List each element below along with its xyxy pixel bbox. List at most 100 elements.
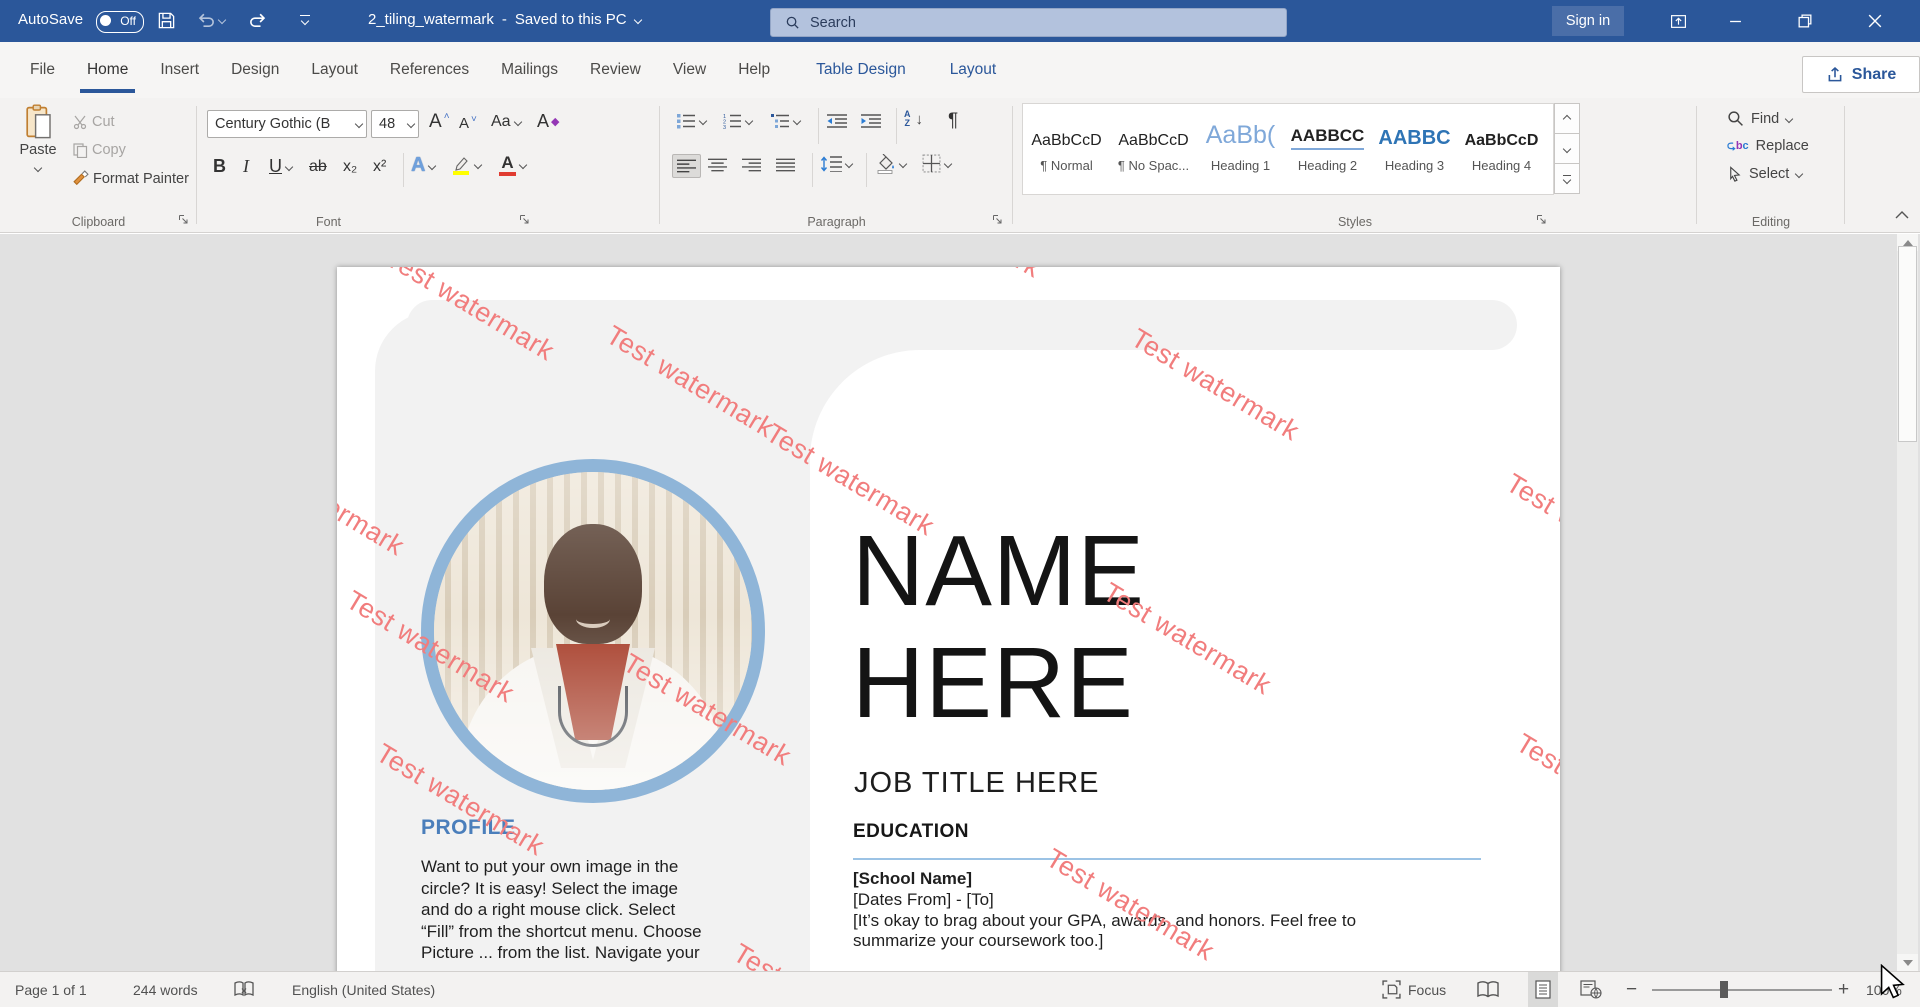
close-button[interactable] (1852, 0, 1898, 42)
education-school[interactable]: [School Name] (853, 869, 972, 889)
font-size-dropdown-icon[interactable] (407, 120, 415, 128)
zoom-slider-track[interactable] (1652, 989, 1832, 991)
superscript-button[interactable]: x² (373, 158, 386, 176)
align-right-button[interactable] (742, 158, 761, 172)
redo-button[interactable] (248, 10, 268, 30)
style-heading-4[interactable]: AaBbCcD Heading 4 (1458, 104, 1545, 194)
profile-photo[interactable] (421, 459, 765, 803)
minimize-button[interactable] (1712, 0, 1758, 42)
print-layout-button[interactable] (1528, 972, 1558, 1007)
style-normal[interactable]: AaBbCcD ¶ Normal (1023, 104, 1110, 194)
share-button[interactable]: Share (1802, 56, 1920, 93)
font-color-dropdown-icon[interactable] (519, 161, 527, 169)
bullets-dropdown-icon[interactable] (699, 117, 707, 125)
ribbon-display-options-icon[interactable] (1655, 0, 1701, 42)
tab-help[interactable]: Help (722, 42, 786, 98)
tab-layout-contextual[interactable]: Layout (934, 42, 1013, 98)
collapse-ribbon-icon[interactable] (1890, 204, 1914, 226)
line-spacing-dropdown-icon[interactable] (845, 160, 853, 168)
highlight-button[interactable] (451, 154, 481, 176)
tab-design[interactable]: Design (215, 42, 295, 98)
shrink-font-button[interactable]: A˅ (459, 115, 477, 132)
borders-dropdown-icon[interactable] (944, 159, 952, 167)
select-dropdown-icon[interactable] (1795, 170, 1803, 178)
vertical-scrollbar[interactable] (1897, 234, 1918, 971)
styles-more-button[interactable] (1554, 163, 1580, 194)
document-title[interactable]: 2_tiling_watermark - Saved to this PC (368, 11, 641, 28)
customize-quick-access-icon[interactable] (300, 15, 310, 24)
align-left-button[interactable] (672, 154, 701, 178)
title-dropdown-icon[interactable] (633, 15, 641, 23)
increase-indent-button[interactable] (860, 113, 882, 129)
zoom-in-button[interactable]: + (1838, 972, 1849, 1007)
font-name-dropdown-icon[interactable] (355, 120, 363, 128)
save-icon[interactable] (157, 11, 176, 30)
document-canvas[interactable]: NAME HERE JOB TITLE HERE PROFILE Want to… (0, 234, 1920, 971)
autosave-toggle[interactable]: Off (96, 11, 144, 33)
cut-button[interactable]: Cut (72, 114, 115, 130)
paragraph-dialog-launcher-icon[interactable] (992, 214, 1003, 225)
read-mode-button[interactable] (1476, 972, 1500, 1007)
format-painter-button[interactable]: Format Painter (72, 170, 189, 187)
tab-references[interactable]: References (374, 42, 485, 98)
tab-home[interactable]: Home (71, 42, 144, 98)
focus-mode-button[interactable]: Focus (1382, 972, 1446, 1007)
tab-table-design[interactable]: Table Design (800, 42, 922, 98)
shading-dropdown-icon[interactable] (899, 160, 907, 168)
sort-button[interactable]: AZ ↓ (904, 110, 923, 128)
job-title[interactable]: JOB TITLE HERE (854, 767, 1100, 800)
education-heading[interactable]: EDUCATION (853, 821, 969, 843)
styles-dialog-launcher-icon[interactable] (1536, 214, 1547, 225)
align-center-button[interactable] (708, 158, 727, 172)
scrollbar-thumb[interactable] (1898, 246, 1917, 442)
multilevel-list-button[interactable] (770, 113, 800, 129)
word-count[interactable]: 244 words (133, 972, 198, 1007)
decrease-indent-button[interactable] (826, 113, 848, 129)
profile-body[interactable]: Want to put your own image in the circle… (421, 856, 766, 964)
numbering-dropdown-icon[interactable] (745, 117, 753, 125)
highlight-dropdown-icon[interactable] (474, 161, 482, 169)
bullets-button[interactable] (676, 113, 706, 129)
restore-button[interactable] (1782, 0, 1828, 42)
undo-dropdown-icon[interactable] (218, 16, 226, 24)
font-dialog-launcher-icon[interactable] (519, 214, 530, 225)
language-indicator[interactable]: English (United States) (292, 972, 435, 1007)
web-layout-button[interactable] (1580, 972, 1602, 1007)
styles-scroll-down-button[interactable] (1554, 133, 1580, 164)
style-no-spacing[interactable]: AaBbCcD ¶ No Spac... (1110, 104, 1197, 194)
clear-formatting-button[interactable]: A◆ (537, 111, 559, 132)
replace-button[interactable]: ⮎bc Replace (1727, 138, 1809, 154)
undo-button[interactable] (196, 10, 225, 30)
line-spacing-button[interactable] (820, 156, 852, 172)
bold-button[interactable]: B (213, 156, 226, 177)
font-name-combobox[interactable]: Century Gothic (B (207, 110, 367, 138)
tab-file[interactable]: File (14, 42, 71, 98)
change-case-button[interactable]: Aa (491, 113, 521, 131)
justify-button[interactable] (776, 158, 795, 172)
zoom-slider-thumb[interactable] (1720, 981, 1728, 998)
numbering-button[interactable]: 123 (722, 113, 752, 129)
borders-button[interactable] (922, 154, 951, 173)
search-box[interactable]: Search (770, 8, 1287, 37)
tab-review[interactable]: Review (574, 42, 657, 98)
style-heading-2[interactable]: AABBCC Heading 2 (1284, 104, 1371, 194)
select-button[interactable]: Select (1727, 166, 1802, 182)
education-detail-line2[interactable]: summarize your coursework too.] (853, 931, 1103, 951)
paste-button[interactable]: Paste (12, 104, 64, 176)
education-dates[interactable]: [Dates From] - [To] (853, 890, 994, 910)
tab-insert[interactable]: Insert (144, 42, 215, 98)
page-indicator[interactable]: Page 1 of 1 (15, 972, 87, 1007)
underline-button[interactable]: U (269, 156, 292, 177)
underline-dropdown-icon[interactable] (285, 162, 293, 170)
strikethrough-button[interactable]: ab (309, 158, 327, 176)
font-size-combobox[interactable]: 48 (371, 110, 419, 138)
copy-button[interactable]: Copy (72, 142, 126, 158)
italic-button[interactable]: I (243, 156, 249, 177)
style-heading-1[interactable]: AaBb( Heading 1 (1197, 104, 1284, 194)
paste-dropdown-icon[interactable] (34, 164, 42, 172)
show-hide-pilcrow-button[interactable]: ¶ (948, 110, 958, 132)
tab-layout[interactable]: Layout (295, 42, 374, 98)
text-effects-dropdown-icon[interactable] (428, 161, 436, 169)
education-detail-line1[interactable]: [It’s okay to brag about your GPA, award… (853, 911, 1356, 931)
tab-mailings[interactable]: Mailings (485, 42, 574, 98)
